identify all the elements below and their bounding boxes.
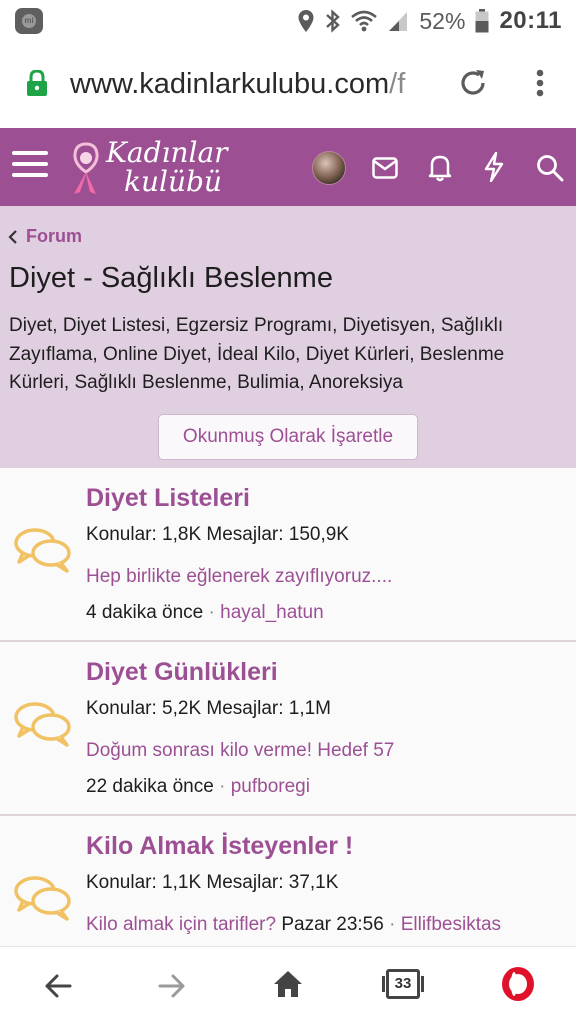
latest-post-meta: 4 dakika önce · hayal_hatun <box>86 602 324 623</box>
mail-icon[interactable] <box>372 157 398 179</box>
back-arrow-icon[interactable] <box>44 973 72 999</box>
page-description: Diyet, Diyet Listesi, Egzersiz Programı,… <box>9 315 505 393</box>
subforum-stats: Konular: 1,8K Mesajlar: 150,9K <box>86 524 349 545</box>
browser-bottom-nav: 33 <box>0 946 576 1024</box>
subforum-item[interactable]: Diyet Günlükleri Konular: 5,2K Mesajlar:… <box>0 642 576 816</box>
latest-thread-link[interactable]: Kilo almak için tarifler? <box>86 914 276 935</box>
battery-icon <box>475 9 489 33</box>
latest-post-author[interactable]: Ellifbesiktas <box>401 914 501 935</box>
reload-icon[interactable] <box>458 68 488 98</box>
overflow-menu-icon[interactable] <box>530 68 550 100</box>
battery-percentage: 52% <box>419 7 466 34</box>
home-icon[interactable] <box>272 969 304 999</box>
forward-arrow-icon[interactable] <box>158 973 186 999</box>
url-path: /f <box>389 68 406 100</box>
site-header: Kadınlar kulübü <box>0 128 576 206</box>
chat-bubbles-icon <box>14 702 71 747</box>
status-bar: 52% 20:11 <box>0 0 576 44</box>
latest-post-time: 4 dakika önce <box>86 602 204 623</box>
wifi-icon <box>351 10 378 32</box>
subforum-title[interactable]: Kilo Almak İsteyenler ! <box>86 832 353 861</box>
browser-address-bar[interactable]: www.kadinlarkulubu.com/f <box>0 44 576 128</box>
forum-header: Forum Diyet - Sağlıklı Beslenme Diyet, D… <box>0 206 576 468</box>
latest-post-line: Kilo almak için tarifler? Pazar 23:56 · … <box>86 914 502 935</box>
latest-post-meta: 22 dakika önce · pufboregi <box>86 776 310 797</box>
latest-thread-link[interactable]: Hep birlikte eğlenerek zayıflıyoruz.... <box>86 566 392 588</box>
ribbon-logo-icon <box>73 142 99 194</box>
status-icons: 52% 20:11 <box>297 5 562 37</box>
lock-icon <box>27 70 47 96</box>
page-title: Diyet - Sağlıklı Beslenme <box>9 262 333 294</box>
subforum-stats: Konular: 1,1K Mesajlar: 37,1K <box>86 872 339 893</box>
latest-post-time: 22 dakika önce <box>86 776 214 797</box>
search-icon[interactable] <box>536 154 564 182</box>
bluetooth-icon <box>326 9 341 33</box>
opera-icon[interactable] <box>502 967 534 1001</box>
breadcrumb[interactable]: Forum <box>8 226 82 247</box>
subforum-list: Diyet Listeleri Konular: 1,8K Mesajlar: … <box>0 468 576 946</box>
url-text[interactable]: www.kadinlarkulubu.com/f <box>70 68 436 101</box>
breadcrumb-label[interactable]: Forum <box>26 226 82 247</box>
subforum-title[interactable]: Diyet Günlükleri <box>86 658 278 687</box>
chevron-left-icon <box>8 229 17 244</box>
tabs-icon[interactable]: 33 <box>382 969 424 999</box>
subforum-item[interactable]: Diyet Listeleri Konular: 1,8K Mesajlar: … <box>0 468 576 642</box>
menu-icon[interactable] <box>12 151 48 183</box>
site-logo[interactable]: Kadınlar kulübü <box>66 136 228 198</box>
chat-bubbles-icon <box>14 876 71 921</box>
url-domain: www.kadinlarkulubu.com <box>70 68 390 100</box>
mi-notification-icon <box>15 8 43 34</box>
subforum-title[interactable]: Diyet Listeleri <box>86 484 250 513</box>
signal-icon <box>389 12 408 31</box>
chat-bubbles-icon <box>14 528 71 573</box>
avatar[interactable] <box>312 151 346 185</box>
clock: 20:11 <box>499 7 562 34</box>
mark-read-button[interactable]: Okunmuş Olarak İşaretle <box>158 414 418 460</box>
latest-post-author[interactable]: hayal_hatun <box>220 602 324 623</box>
latest-post-time: Pazar 23:56 <box>281 914 384 935</box>
location-icon <box>298 10 314 32</box>
latest-thread-link[interactable]: Doğum sonrası kilo verme! Hedef 57 <box>86 740 394 762</box>
subforum-stats: Konular: 5,2K Mesajlar: 1,1M <box>86 698 332 719</box>
subforum-item[interactable]: Kilo Almak İsteyenler ! Konular: 1,1K Me… <box>0 816 576 946</box>
logo-text-line2: kulübü <box>124 165 222 198</box>
latest-post-author[interactable]: pufboregi <box>231 776 310 797</box>
lightning-icon[interactable] <box>483 152 505 182</box>
bell-icon[interactable] <box>428 154 452 182</box>
